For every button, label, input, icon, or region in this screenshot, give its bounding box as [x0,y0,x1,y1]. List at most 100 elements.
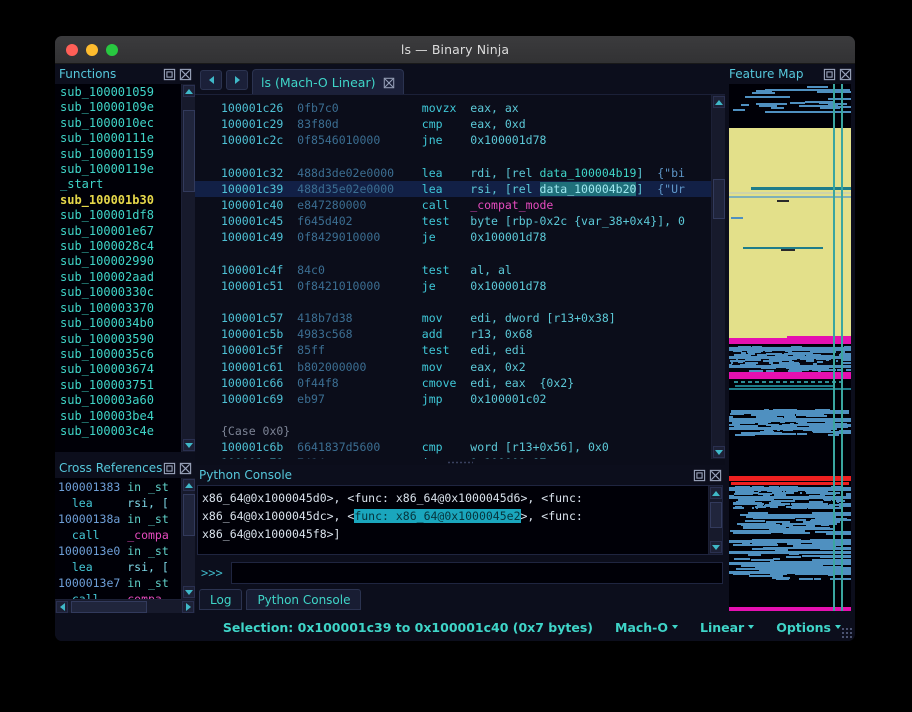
popout-icon[interactable] [693,469,706,482]
scroll-down-arrow[interactable] [713,446,725,458]
function-list-item[interactable]: sub_100003674 [55,362,181,377]
disassembly-scrollbar[interactable] [711,95,725,459]
application-window: ls — Binary Ninja Functions sub_10000105… [55,36,855,641]
feature-map-band [790,102,805,104]
disassembly-line[interactable]: 100001c4f 84c0 test al, al [195,262,711,278]
function-list-item[interactable]: sub_100003370 [55,301,181,316]
disassembly-line[interactable]: 100001c66 0f44f8 cmove edi, eax {0x2} [195,375,711,391]
xref-row[interactable]: lea rsi, [ [55,559,181,575]
disassembly-line[interactable]: 100001c2c 0f8546010000 jne 0x100001d78 [195,132,711,148]
xref-row[interactable]: call compa [55,591,181,599]
scroll-left-arrow[interactable] [56,601,68,613]
window-zoom-button[interactable] [106,43,118,56]
function-list-item[interactable]: sub_100003751 [55,378,181,393]
console-scrollbar[interactable] [708,486,722,554]
function-list-item[interactable]: sub_10000111e [55,131,181,146]
scroll-up-arrow[interactable] [183,85,195,97]
function-list-item[interactable]: sub_100001df8 [55,208,181,223]
scrollbar-thumb[interactable] [183,494,195,536]
functions-list[interactable]: sub_100001059 sub_10000109e sub_1000010ec s… [55,84,181,452]
scroll-up-arrow[interactable] [713,96,725,108]
xref-row[interactable]: 10000138a in _st [55,511,181,527]
function-list-item[interactable]: sub_10000109e [55,100,181,115]
function-list-item[interactable]: sub_10000119e [55,162,181,177]
options-dropdown[interactable]: Options [776,620,841,635]
function-list-item[interactable]: sub_1000034b0 [55,316,181,331]
nav-forward-button[interactable] [226,70,248,90]
scroll-down-arrow[interactable] [710,541,722,553]
scrollbar-thumb[interactable] [71,601,147,613]
function-list-item[interactable]: sub_100001e67 [55,224,181,239]
close-icon[interactable] [709,469,722,482]
console-output-container: x86_64@0x1000045d0>, <func: x86_64@0x100… [197,485,723,555]
disassembly-line[interactable]: 100001c45 f645d402 test byte [rbp-0x2c {… [195,213,711,229]
disassembly-line[interactable]: 100001c57 418b7d38 mov edi, dword [r13+0… [195,310,711,326]
popout-icon[interactable] [163,462,176,475]
disassembly-line[interactable]: 100001c29 83f80d cmp eax, 0xd [195,116,711,132]
xref-row[interactable]: call _compa [55,527,181,543]
disassembly-line[interactable]: 100001c51 0f8421010000 je 0x100001d78 [195,278,711,294]
disassembly-line[interactable]: 100001c32 488d3de02e0000 lea rdi, [rel d… [195,165,711,181]
xrefs-list[interactable]: 100001383 in _st lea rsi, [10000138a in … [55,478,181,599]
function-list-item[interactable]: _start [55,177,181,192]
disassembly-line[interactable]: 100001c40 e847280000 call _compat_mode [195,197,711,213]
file-type-dropdown[interactable]: Mach-O [615,620,678,635]
function-list-item[interactable]: sub_100003be4 [55,409,181,424]
xrefs-horizontal-scrollbar[interactable] [55,599,195,613]
window-minimize-button[interactable] [86,43,98,56]
close-icon[interactable] [179,68,192,81]
scrollbar-thumb[interactable] [713,179,725,219]
function-list-item[interactable]: sub_100001059 [55,85,181,100]
xref-row[interactable]: lea rsi, [ [55,495,181,511]
disassembly-listing[interactable]: 100001c26 0fb7c0 movzx eax, ax 100001c29 … [195,95,711,459]
close-icon[interactable] [179,462,192,475]
tab-log[interactable]: Log [199,589,243,610]
tab-ls-macho-linear[interactable]: ls (Mach-O Linear) [252,69,405,96]
function-list-item[interactable]: sub_100001b30 [55,193,181,208]
functions-scrollbar[interactable] [181,84,195,452]
disassembly-line[interactable]: 100001c26 0fb7c0 movzx eax, ax [195,100,711,116]
function-list-item[interactable]: sub_1000035c6 [55,347,181,362]
xref-row[interactable]: 1000013e7 in _st [55,575,181,591]
function-list-item[interactable]: sub_100001159 [55,147,181,162]
disassembly-line[interactable]: 100001c61 b802000000 mov eax, 0x2 [195,359,711,375]
scroll-down-arrow[interactable] [183,586,195,598]
console-output[interactable]: x86_64@0x1000045d0>, <func: x86_64@0x100… [198,486,708,554]
disassembly-line[interactable]: 100001c5b 4983c568 add r13, 0x68 [195,326,711,342]
function-list-item[interactable]: sub_100003590 [55,332,181,347]
disassembly-line[interactable]: 100001c5f 85ff test edi, edi [195,342,711,358]
nav-back-button[interactable] [200,70,222,90]
console-input[interactable] [230,562,723,584]
xrefs-vertical-scrollbar[interactable] [181,478,195,599]
scroll-down-arrow[interactable] [183,439,195,451]
disassembly-blank-line [195,407,711,423]
window-close-button[interactable] [66,43,78,56]
feature-map-canvas[interactable] [729,84,851,611]
xref-row[interactable]: 1000013e0 in _st [55,543,181,559]
view-mode-dropdown[interactable]: Linear [700,620,755,635]
function-list-item[interactable]: sub_100002aad [55,270,181,285]
disassembly-line[interactable]: 100001c39 488d35e02e0000 lea rsi, [rel d… [195,180,711,197]
feature-map-band [809,368,817,370]
scrollbar-thumb[interactable] [183,110,195,192]
popout-icon[interactable] [823,68,836,81]
scroll-up-arrow[interactable] [183,479,195,491]
scroll-up-arrow[interactable] [710,487,722,499]
xref-row[interactable]: 100001383 in _st [55,479,181,495]
disassembly-line[interactable]: 100001c6b 6641837d5600 cmp word [r13+0x5… [195,439,711,455]
function-list-item[interactable]: sub_100002990 [55,254,181,269]
disassembly-line[interactable]: 100001c49 0f8429010000 je 0x100001d78 [195,229,711,245]
function-list-item[interactable]: sub_100003a60 [55,393,181,408]
function-list-item[interactable]: sub_1000028c4 [55,239,181,254]
scrollbar-thumb[interactable] [710,502,722,528]
function-list-item[interactable]: sub_100003c4e [55,424,181,439]
scroll-right-arrow[interactable] [182,601,194,613]
window-resize-grip[interactable] [841,627,852,638]
function-list-item[interactable]: sub_1000010ec [55,116,181,131]
tab-python-console[interactable]: Python Console [246,589,362,610]
close-icon[interactable] [839,68,852,81]
function-list-item[interactable]: sub_10000330c [55,285,181,300]
disassembly-line[interactable]: 100001c69 eb97 jmp 0x100001c02 [195,391,711,407]
close-icon[interactable] [383,77,395,89]
popout-icon[interactable] [163,68,176,81]
